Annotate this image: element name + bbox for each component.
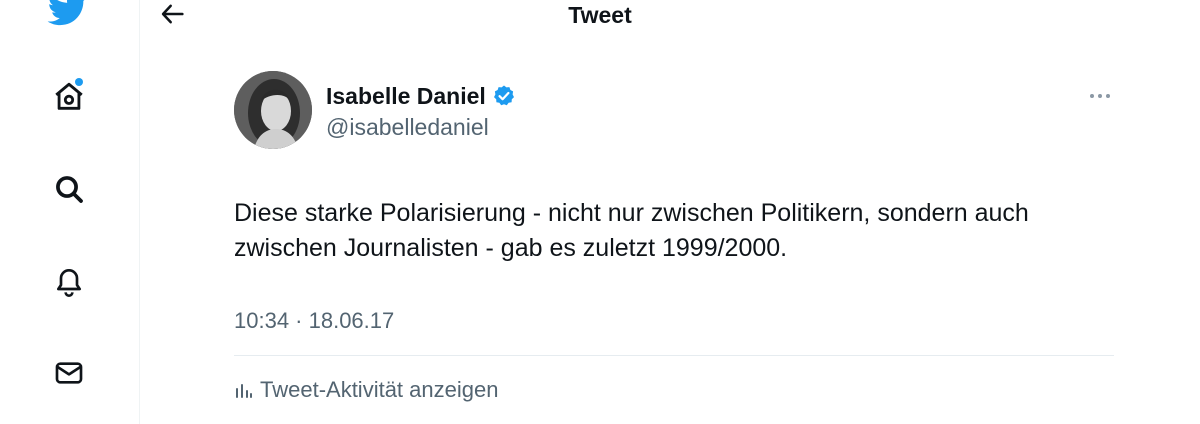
tweet-timestamp[interactable]: 10:34 · 18.06.17 (234, 307, 394, 335)
bar-chart-icon (236, 384, 252, 398)
sidebar-nav (0, 0, 140, 424)
divider (234, 355, 1114, 356)
nav-messages[interactable] (48, 352, 90, 394)
author-handle[interactable]: @isabelledaniel (326, 113, 489, 141)
mail-icon (55, 362, 83, 384)
notification-dot (75, 78, 83, 86)
more-options-button[interactable] (1084, 84, 1116, 108)
verified-badge-icon (492, 84, 516, 108)
arrow-left-icon (161, 4, 184, 24)
nav-notifications[interactable] (48, 260, 90, 302)
tweet-text: Diese starke Polarisierung - nicht nur z… (234, 196, 1134, 266)
more-horizontal-icon (1090, 94, 1110, 98)
author-name[interactable]: Isabelle Daniel (326, 82, 516, 110)
tweet-text-line: Diese starke Polarisierung - nicht nur z… (234, 199, 1029, 227)
app-window: Tweet Isabelle Daniel @isabelledaniel Di… (0, 0, 1200, 424)
author-name-text: Isabelle Daniel (326, 83, 486, 109)
tweet-activity-label: Tweet-Aktivität anzeigen (260, 377, 499, 402)
tweet-activity-link[interactable]: Tweet-Aktivität anzeigen (234, 376, 498, 404)
search-icon (56, 176, 83, 203)
twitter-bird-icon[interactable] (46, 0, 88, 30)
bell-icon (57, 269, 81, 297)
nav-home[interactable] (48, 76, 90, 118)
back-button[interactable] (152, 0, 194, 31)
nav-search[interactable] (48, 168, 90, 210)
tweet-text-line: zwischen Journalisten - gab es zuletzt 1… (234, 234, 788, 262)
avatar[interactable] (234, 71, 312, 149)
page-title: Tweet (568, 2, 632, 28)
